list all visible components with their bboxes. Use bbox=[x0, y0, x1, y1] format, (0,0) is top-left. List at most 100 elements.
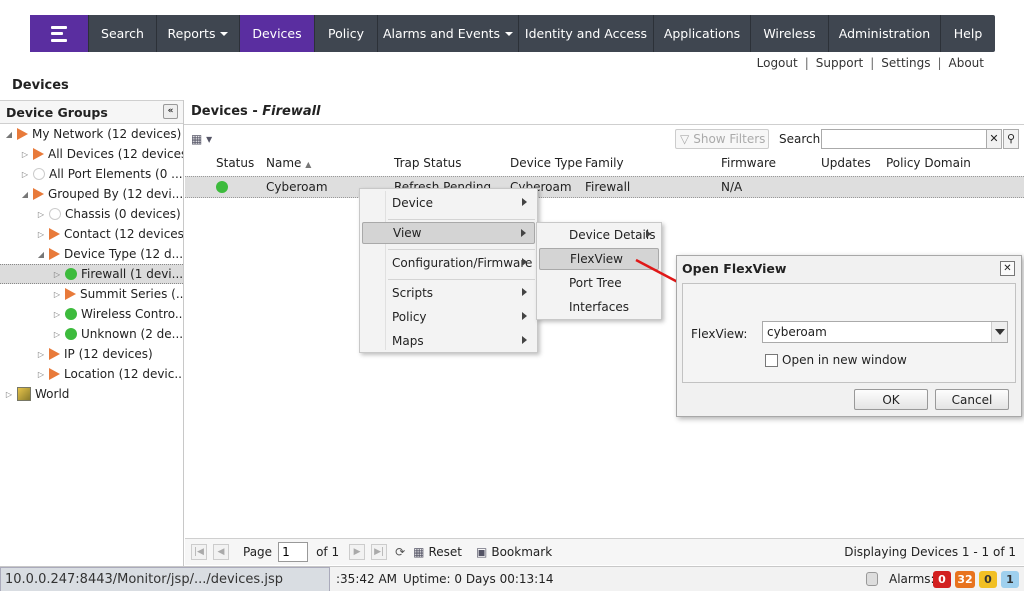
tree-item[interactable]: ▷ Summit Series (... bbox=[0, 284, 183, 304]
tree-item[interactable]: ▷ All Devices (12 devices) bbox=[0, 144, 183, 164]
menu-item-device-label: Device bbox=[392, 196, 434, 210]
search-icon[interactable]: ⚲ bbox=[1003, 129, 1019, 149]
tree-item-label: Wireless Contro... bbox=[81, 307, 183, 321]
tree-item[interactable]: ▷ IP (12 devices) bbox=[0, 344, 183, 364]
prev-page-icon[interactable]: ◀ bbox=[213, 544, 229, 560]
menu-item-scripts[interactable]: Scripts bbox=[362, 282, 535, 304]
search-input[interactable] bbox=[821, 129, 987, 149]
alarm-major-badge[interactable]: 32 bbox=[955, 571, 975, 588]
collapsed-arrow-icon[interactable]: ▷ bbox=[4, 390, 14, 399]
col-firmware[interactable]: Firmware bbox=[721, 156, 776, 170]
nav-administration[interactable]: Administration bbox=[828, 15, 940, 52]
display-info: Displaying Devices 1 - 1 of 1 bbox=[844, 545, 1016, 559]
next-page-icon[interactable]: ▶ bbox=[349, 544, 366, 560]
extreme-logo[interactable] bbox=[30, 15, 88, 52]
flexview-select-value: cyberoam bbox=[767, 325, 827, 339]
tree-item[interactable]: ▷ Chassis (0 devices) bbox=[0, 204, 183, 224]
group-triangle-icon bbox=[33, 188, 44, 200]
tree-item[interactable]: ◢ Grouped By (12 devi... bbox=[0, 184, 183, 204]
search-label: Search bbox=[779, 132, 821, 146]
status-uptime: Uptime: 0 Days 00:13:14 bbox=[403, 572, 554, 586]
col-updates[interactable]: Updates bbox=[821, 156, 871, 170]
collapsed-arrow-icon[interactable]: ▷ bbox=[52, 330, 62, 339]
menu-item-view[interactable]: View bbox=[362, 222, 535, 244]
nav-identity-access[interactable]: Identity and Access bbox=[518, 15, 653, 52]
tree-item[interactable]: ▷ Wireless Contro... bbox=[0, 304, 183, 324]
double-chevron-left-icon[interactable]: « bbox=[163, 104, 178, 119]
collapsed-arrow-icon[interactable]: ▷ bbox=[52, 290, 62, 299]
menu-item-configuration[interactable]: Configuration/Firmware bbox=[362, 252, 535, 274]
nav-devices[interactable]: Devices bbox=[239, 15, 314, 52]
cancel-button[interactable]: Cancel bbox=[935, 389, 1009, 410]
collapsed-arrow-icon[interactable]: ▷ bbox=[52, 270, 62, 279]
flexview-select[interactable]: cyberoam bbox=[762, 321, 1008, 343]
close-icon[interactable]: ✕ bbox=[1000, 261, 1015, 276]
expanded-arrow-icon[interactable]: ◢ bbox=[4, 130, 14, 139]
alarm-minor-badge[interactable]: 0 bbox=[979, 571, 997, 588]
menu-item-maps[interactable]: Maps bbox=[362, 330, 535, 352]
collapsed-arrow-icon[interactable]: ▷ bbox=[36, 210, 46, 219]
nav-reports[interactable]: Reports bbox=[156, 15, 239, 52]
collapsed-arrow-icon[interactable]: ▷ bbox=[20, 150, 30, 159]
ok-button[interactable]: OK bbox=[854, 389, 928, 410]
open-flexview-dialog: Open FlexView ✕ FlexView: cyberoam Open … bbox=[676, 255, 1022, 417]
main-title-prefix: Devices - bbox=[191, 104, 263, 119]
menu-item-policy-label: Policy bbox=[392, 310, 427, 324]
collapsed-arrow-icon[interactable]: ▷ bbox=[36, 350, 46, 359]
grid-options-icon[interactable]: ▦ ▾ bbox=[191, 132, 212, 146]
group-triangle-icon bbox=[49, 348, 60, 360]
menu-item-device[interactable]: Device bbox=[362, 192, 535, 214]
tree-item[interactable]: ◢ My Network (12 devices) bbox=[0, 124, 183, 144]
collapsed-arrow-icon[interactable]: ▷ bbox=[36, 230, 46, 239]
filter-icon: ▽ bbox=[680, 132, 690, 146]
nav-search[interactable]: Search bbox=[88, 15, 156, 52]
first-page-icon[interactable]: |◀ bbox=[191, 544, 207, 560]
tree-item[interactable]: ▷ Location (12 devic... bbox=[0, 364, 183, 384]
last-page-icon[interactable]: ▶| bbox=[371, 544, 388, 560]
open-new-window-checkbox[interactable] bbox=[765, 354, 778, 367]
expanded-arrow-icon[interactable]: ◢ bbox=[36, 250, 46, 259]
main-title-group: Firewall bbox=[262, 104, 321, 119]
expanded-arrow-icon[interactable]: ◢ bbox=[20, 190, 30, 199]
clear-search-icon[interactable]: ✕ bbox=[986, 129, 1002, 149]
bookmark-button[interactable]: Bookmark bbox=[491, 545, 552, 559]
logo-e-icon bbox=[51, 25, 67, 42]
tree-item[interactable]: ▷ Unknown (2 de... bbox=[0, 324, 183, 344]
refresh-icon[interactable]: ⟳ bbox=[395, 545, 405, 559]
about-link[interactable]: About bbox=[949, 56, 984, 70]
show-filters-button[interactable]: ▽ Show Filters bbox=[675, 129, 769, 149]
alarm-info-badge[interactable]: 1 bbox=[1001, 571, 1019, 588]
nav-applications[interactable]: Applications bbox=[653, 15, 750, 52]
support-link[interactable]: Support bbox=[816, 56, 863, 70]
logout-link[interactable]: Logout bbox=[757, 56, 798, 70]
chevron-right-icon bbox=[521, 229, 526, 237]
collapsed-arrow-icon[interactable]: ▷ bbox=[52, 310, 62, 319]
tree-item[interactable]: ▷ World bbox=[0, 384, 183, 404]
page-number-input[interactable] bbox=[278, 542, 309, 562]
device-groups-tree: ◢ My Network (12 devices) ▷ All Devices (12… bbox=[0, 124, 183, 404]
submenu-device-details[interactable]: Device Details bbox=[539, 224, 659, 246]
nav-policy[interactable]: Policy bbox=[314, 15, 377, 52]
alarm-critical-badge[interactable]: 0 bbox=[933, 571, 951, 588]
menu-item-policy[interactable]: Policy bbox=[362, 306, 535, 328]
tree-item[interactable]: ▷ Contact (12 devices) bbox=[0, 224, 183, 244]
nav-identity-label: Identity and Access bbox=[524, 26, 648, 41]
nav-wireless[interactable]: Wireless bbox=[750, 15, 828, 52]
tree-item[interactable]: ◢ Device Type (12 d... bbox=[0, 244, 183, 264]
reset-button[interactable]: Reset bbox=[428, 545, 462, 559]
col-family[interactable]: Family bbox=[585, 156, 624, 170]
tree-item[interactable]: ▷ All Port Elements (0 ... bbox=[0, 164, 183, 184]
col-status[interactable]: Status bbox=[216, 156, 254, 170]
collapsed-arrow-icon[interactable]: ▷ bbox=[20, 170, 30, 179]
nav-alarms-events[interactable]: Alarms and Events bbox=[377, 15, 518, 52]
col-trap-status[interactable]: Trap Status bbox=[394, 156, 462, 170]
col-name[interactable]: Name ▲ bbox=[266, 156, 311, 170]
collapsed-arrow-icon[interactable]: ▷ bbox=[36, 370, 46, 379]
group-triangle-icon bbox=[49, 248, 60, 260]
tree-item[interactable]: ▷ Firewall (1 devi... bbox=[0, 264, 183, 284]
col-policy-domain[interactable]: Policy Domain bbox=[886, 156, 971, 170]
nav-help[interactable]: Help bbox=[940, 15, 995, 52]
col-device-type[interactable]: Device Type bbox=[510, 156, 582, 170]
settings-link[interactable]: Settings bbox=[881, 56, 930, 70]
database-icon bbox=[866, 572, 878, 586]
